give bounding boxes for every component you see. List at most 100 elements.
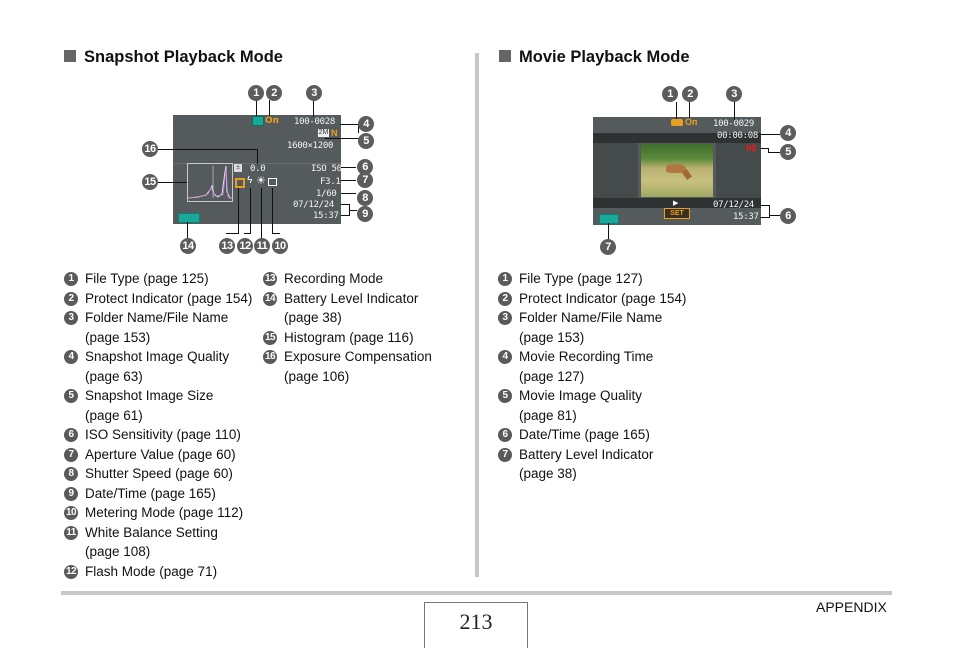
legend-item: 3 Folder Name/File Name: [64, 308, 252, 328]
callout-line: [269, 100, 270, 116]
callout-line: [341, 193, 356, 194]
legend-number: 14: [263, 291, 277, 306]
image-quality-icon: N: [331, 128, 338, 138]
callout-line: [341, 167, 356, 168]
callout-line: [244, 233, 251, 234]
folder-file-name: 100-0029: [713, 119, 754, 129]
callout-7: 7: [357, 172, 373, 188]
legend-item: 11 White Balance Setting: [64, 523, 252, 543]
legend-text-cont: (page 38): [519, 466, 577, 481]
legend-item: 6 ISO Sensitivity (page 110): [64, 425, 252, 445]
legend-item: 4 Snapshot Image Quality: [64, 347, 252, 367]
battery-icon: [178, 213, 200, 223]
deer-head: [681, 169, 693, 180]
callout-line: [769, 215, 780, 216]
legend-number: 10: [64, 506, 78, 520]
legend-text: Movie Recording Time: [519, 349, 654, 364]
legend-item: 5 Movie Image Quality: [498, 386, 686, 406]
prev-frame: [593, 143, 638, 198]
legend-item: 6 Date/Time (page 165): [498, 425, 686, 445]
callout-line: [272, 188, 273, 234]
legend-text-cont: (page 81): [519, 407, 577, 423]
image-size-value: 1600×1200: [287, 141, 334, 151]
recording-time: 00:00:08: [717, 131, 758, 141]
callout-line: [325, 138, 359, 139]
legend-text-cont: (page 127): [519, 368, 585, 384]
legend-text-cont: (page 153): [85, 329, 151, 345]
callout-12: 12: [237, 238, 253, 254]
callout-5: 5: [780, 144, 796, 160]
callout-line: [341, 204, 349, 205]
flash-icon: ϟ: [247, 175, 253, 186]
callout-line: [760, 134, 780, 135]
date-value: 07/12/24: [713, 200, 754, 210]
metering-icon: [268, 178, 277, 186]
legend-text: Battery Level Indicator: [519, 446, 654, 462]
legend-item: 2 Protect Indicator (page 154): [64, 289, 252, 309]
legend-number: 6: [64, 428, 78, 442]
legend-text: Battery Level Indicator: [284, 290, 419, 306]
legend-text: Folder Name/File Name: [85, 310, 229, 325]
legend-text: Metering Mode (page 112): [85, 505, 244, 520]
callout-line: [340, 124, 360, 125]
legend-number: 13: [263, 272, 277, 286]
page-number-box: 213: [424, 602, 528, 648]
callout-line: [156, 149, 257, 150]
callout-line: [257, 149, 258, 164]
legend-text: Date/Time (page 165): [85, 485, 216, 501]
callout-3: 3: [306, 85, 322, 101]
legend-text: White Balance Setting: [85, 524, 218, 540]
snapshot-legend-col1: 1 File Type (page 125) 2 Protect Indicator…: [64, 269, 252, 581]
callout-line: [760, 205, 769, 206]
legend-item: 2 Protect Indicator (page 154): [498, 289, 686, 309]
callout-line: [238, 188, 239, 234]
legend-item: 13 Recording Mode: [263, 269, 432, 289]
callout-7: 7: [600, 239, 616, 255]
legend-text: Folder Name/File Name: [519, 310, 663, 325]
callout-line: [769, 205, 770, 218]
legend-text: Aperture Value (page 60): [85, 446, 236, 462]
callout-line: [313, 100, 314, 117]
legend-item: 14 Battery Level Indicator: [263, 289, 432, 309]
legend-item: 7 Battery Level Indicator: [498, 445, 686, 465]
legend-item: 12 Flash Mode (page 71): [64, 562, 252, 582]
legend-text: Histogram (page 116): [284, 329, 414, 345]
snapshot-legend-col2: 13 Recording Mode 14 Battery Level Indicat…: [263, 269, 432, 386]
histogram: [187, 163, 233, 202]
legend-text: Movie Image Quality: [519, 388, 643, 403]
movie-quality: HQ: [746, 144, 757, 154]
legend-text: File Type (page 125): [85, 271, 209, 286]
legend-text-cont: (page 63): [85, 368, 143, 384]
legend-item: 15 Histogram (page 116): [263, 328, 432, 348]
page-number: 213: [459, 609, 493, 634]
legend-item: 8 Shutter Speed (page 60): [64, 464, 252, 484]
callout-line: [760, 217, 769, 218]
legend-number: 2: [64, 291, 78, 306]
protect-key-icon: Oп: [685, 117, 698, 127]
legend-text: Flash Mode (page 71): [85, 563, 218, 579]
white-balance-sun-icon: ☀: [256, 175, 266, 187]
legend-number: 7: [64, 447, 78, 462]
legend-text: ISO Sensitivity (page 110): [85, 427, 241, 442]
footer-rule: [61, 591, 892, 595]
legend-number: 11: [64, 525, 78, 540]
histogram-graph: [187, 165, 233, 199]
callout-10: 10: [272, 238, 288, 254]
iso-value: ISO 50: [311, 164, 342, 174]
legend-number: 4: [498, 350, 512, 364]
callout-2: 2: [682, 86, 698, 102]
snapshot-title-text: Snapshot Playback Mode: [84, 48, 283, 66]
legend-item: 10 Metering Mode (page 112): [64, 503, 252, 523]
legend-item: 16 Exposure Compensation: [263, 347, 432, 367]
date-value: 07/12/24: [293, 200, 334, 210]
legend-text: Shutter Speed (page 60): [85, 466, 233, 481]
image-size-icon: 2M: [318, 129, 329, 137]
callout-15: 15: [142, 174, 158, 190]
exposure-comp-value: 0.0: [250, 164, 266, 174]
protect-key-icon: Oп: [265, 116, 279, 126]
callout-line: [156, 182, 187, 183]
callout-line: [760, 148, 768, 149]
legend-text-cont: (page 106): [284, 368, 350, 384]
callout-8: 8: [357, 190, 373, 206]
legend-item: 7 Aperture Value (page 60): [64, 445, 252, 465]
